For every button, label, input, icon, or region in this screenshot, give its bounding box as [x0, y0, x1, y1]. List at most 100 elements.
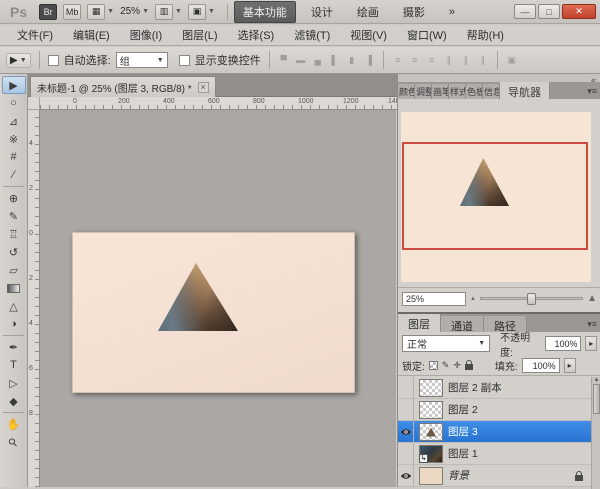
move-tool[interactable]: ▶: [1, 76, 26, 94]
visibility-toggle[interactable]: [398, 420, 414, 443]
vertical-ruler[interactable]: 4 2 0 2 4 6 8: [28, 110, 40, 487]
close-icon[interactable]: ×: [197, 81, 209, 93]
close-button[interactable]: ✕: [562, 4, 596, 19]
lock-all-icon[interactable]: [464, 360, 473, 370]
layer-row-layer1[interactable]: ↳ 图层 1: [398, 442, 591, 465]
zoom-in-mountains-icon[interactable]: ▲: [587, 293, 597, 304]
mini-bridge-button[interactable]: Mb: [63, 3, 82, 20]
workspace-overflow-button[interactable]: »: [440, 3, 464, 21]
visibility-toggle[interactable]: [398, 464, 414, 487]
zoom-tool[interactable]: ⚲: [2, 433, 26, 451]
spot-healing-brush-tool[interactable]: ⊕: [2, 189, 26, 207]
scrollbar-thumb[interactable]: [593, 384, 600, 414]
scroll-up-icon[interactable]: ▲: [594, 377, 600, 383]
layer-row-layer3-selected[interactable]: 图层 3: [398, 420, 591, 443]
visibility-toggle[interactable]: [398, 398, 414, 421]
distribute-right-edges-icon[interactable]: ∥: [477, 55, 489, 66]
menu-edit[interactable]: 编辑(E): [64, 25, 119, 45]
auto-select-dropdown[interactable]: 组 ▼: [115, 52, 168, 68]
layer-list-scrollbar[interactable]: ▲: [591, 377, 600, 489]
menu-select[interactable]: 选择(S): [229, 25, 284, 45]
menu-window[interactable]: 窗口(W): [398, 25, 456, 45]
hand-tool[interactable]: ✋: [2, 415, 26, 433]
tab-adjustments[interactable]: 调整: [415, 84, 432, 99]
fill-input[interactable]: 100%: [521, 357, 560, 373]
menu-view[interactable]: 视图(V): [341, 25, 396, 45]
show-transform-controls-checkbox[interactable]: [178, 54, 190, 66]
layer-thumbnail[interactable]: [419, 422, 443, 441]
align-vertical-centers-icon[interactable]: ▬: [295, 55, 307, 65]
distribute-horizontal-centers-icon[interactable]: ∥: [460, 55, 472, 66]
history-brush-tool[interactable]: ↺: [2, 243, 26, 261]
triangle-masked-image-layer[interactable]: [158, 263, 238, 331]
bridge-launch-button[interactable]: Br: [39, 3, 58, 20]
panel-menu-icon[interactable]: ▾≡: [587, 319, 600, 332]
lock-image-pixels-icon[interactable]: ✎: [442, 360, 450, 371]
navigator-zoom-input[interactable]: 25%: [402, 291, 466, 306]
crop-tool[interactable]: #: [2, 148, 26, 166]
align-top-edges-icon[interactable]: ▀: [278, 55, 290, 65]
tab-color[interactable]: 颜色: [398, 84, 415, 99]
tab-styles[interactable]: 样式: [449, 84, 466, 99]
layer-thumbnail[interactable]: ↳: [419, 444, 443, 463]
visibility-toggle[interactable]: [398, 442, 414, 465]
navigator-zoom-slider[interactable]: [479, 293, 584, 305]
zoom-out-mountains-icon[interactable]: ▲: [470, 296, 476, 302]
screen-mode-button[interactable]: ▣ ▼: [187, 3, 215, 20]
minimize-button[interactable]: —: [514, 4, 536, 19]
polygonal-lasso-tool[interactable]: ⊿: [2, 112, 26, 130]
layer-row-layer2[interactable]: 图层 2: [398, 398, 591, 421]
layer-thumbnail[interactable]: [419, 378, 443, 397]
workspace-essentials-button[interactable]: 基本功能: [233, 0, 296, 23]
menu-filter[interactable]: 滤镜(T): [285, 25, 339, 45]
distribute-top-edges-icon[interactable]: ≡: [392, 55, 404, 65]
lock-position-icon[interactable]: ✛: [453, 360, 461, 371]
eraser-tool[interactable]: ▱: [2, 261, 26, 279]
opacity-arrow-button[interactable]: ▸: [585, 336, 597, 351]
tool-preset-picker[interactable]: ▶ ▼: [6, 52, 31, 68]
zoom-level-dropdown[interactable]: 25% ▼: [120, 6, 149, 17]
align-horizontal-centers-icon[interactable]: ▮: [346, 55, 358, 66]
shape-tool[interactable]: ◆: [2, 392, 26, 410]
align-right-edges-icon[interactable]: ▐: [363, 55, 375, 65]
arrange-documents-button[interactable]: ▦ ▼: [87, 3, 114, 20]
tab-layers[interactable]: 图层: [398, 314, 441, 332]
distribute-vertical-centers-icon[interactable]: ≡: [409, 55, 421, 65]
document-tab[interactable]: 未标题-1 @ 25% (图层 3, RGB/8) * ×: [30, 76, 216, 97]
distribute-bottom-edges-icon[interactable]: ≡: [426, 55, 438, 65]
view-extras-button[interactable]: ▥ ▼: [155, 3, 182, 20]
menu-layer[interactable]: 图层(L): [173, 25, 226, 45]
workspace-painting-button[interactable]: 绘画: [348, 1, 388, 23]
document-canvas[interactable]: [72, 232, 355, 393]
slider-thumb[interactable]: [527, 293, 537, 305]
elliptical-marquee-tool[interactable]: ○: [2, 94, 26, 112]
menu-file[interactable]: 文件(F): [8, 25, 62, 45]
quick-selection-tool[interactable]: ※: [2, 130, 26, 148]
distribute-left-edges-icon[interactable]: ∥: [443, 55, 455, 66]
menu-help[interactable]: 帮助(H): [458, 25, 513, 45]
layer-row-layer2-copy[interactable]: 图层 2 副本: [398, 376, 591, 399]
tab-swatches[interactable]: 色板: [466, 84, 483, 99]
brush-tool[interactable]: ✎: [2, 207, 26, 225]
dodge-tool[interactable]: ◑: [2, 315, 26, 333]
pen-tool[interactable]: ✒: [2, 338, 26, 356]
blend-mode-dropdown[interactable]: 正常 ▼: [402, 335, 491, 352]
auto-select-checkbox[interactable]: [47, 54, 59, 66]
align-left-edges-icon[interactable]: ▌: [329, 55, 341, 65]
layer-thumbnail[interactable]: [419, 400, 443, 419]
navigator-preview[interactable]: [401, 112, 591, 282]
fill-arrow-button[interactable]: ▸: [563, 357, 576, 373]
auto-align-layers-icon[interactable]: ▣: [506, 55, 518, 66]
path-selection-tool[interactable]: ▷: [2, 374, 26, 392]
menu-image[interactable]: 图像(I): [121, 25, 171, 45]
gradient-tool[interactable]: [2, 279, 26, 297]
canvas-area[interactable]: [40, 110, 396, 487]
tab-info[interactable]: 信息: [483, 84, 500, 99]
type-tool[interactable]: T: [2, 356, 26, 374]
blur-tool[interactable]: △: [2, 297, 26, 315]
tab-brush[interactable]: 画笔: [432, 84, 449, 99]
clone-stamp-tool[interactable]: ♖: [2, 225, 26, 243]
tab-navigator[interactable]: 导航器: [500, 82, 550, 99]
restore-button[interactable]: □: [538, 4, 560, 19]
eyedropper-tool[interactable]: ∕: [2, 166, 26, 184]
